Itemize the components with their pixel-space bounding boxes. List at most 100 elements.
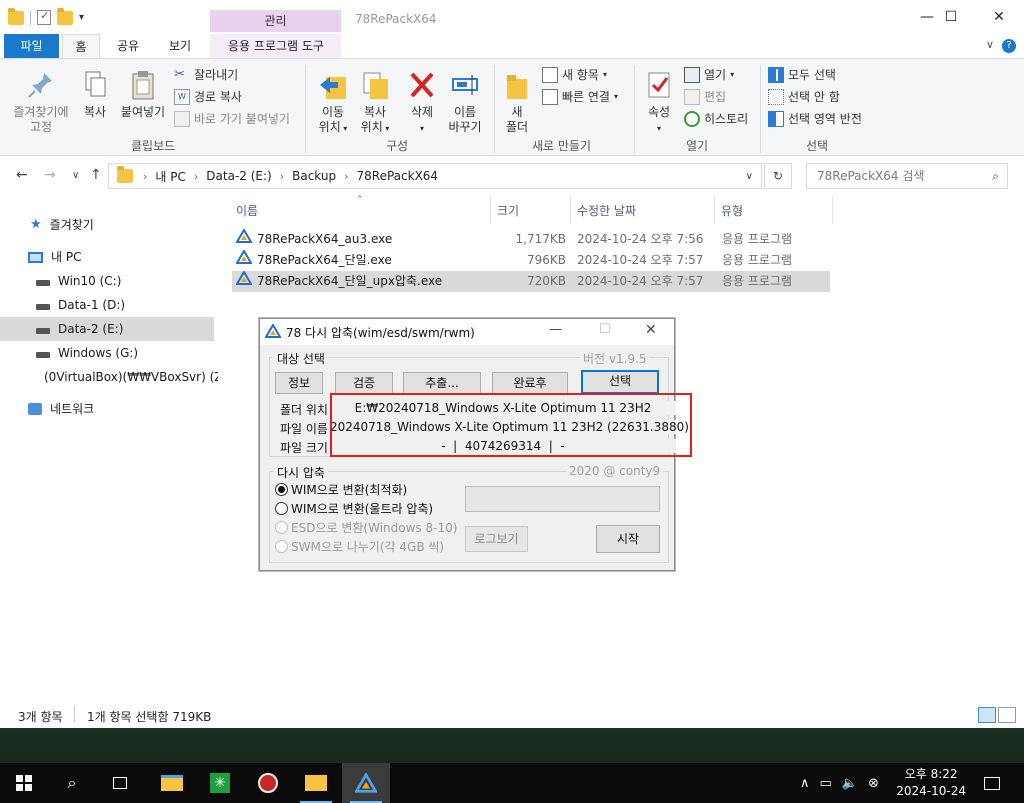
nav-drive-e[interactable]: Data-2 (E:)	[0, 317, 214, 341]
column-divider[interactable]	[490, 196, 491, 224]
wim-optimize-radio[interactable]: WIM으로 변환(최적화)	[275, 481, 407, 498]
new-item-label: 새 항목	[562, 68, 599, 82]
cut-button[interactable]: ✂ 잘라내기	[174, 66, 238, 83]
paste-shortcut-button[interactable]: 바로 가기 붙여넣기	[174, 110, 290, 127]
action-center-button[interactable]	[968, 763, 1016, 803]
nav-favorites[interactable]: ★ 즐겨찾기	[30, 213, 94, 237]
refresh-button[interactable]: ↻	[764, 163, 792, 189]
verify-button[interactable]: 검증	[335, 372, 393, 394]
tab-home[interactable]: 홈	[62, 34, 100, 58]
help-icon[interactable]: ?	[1002, 39, 1016, 53]
task-view-button[interactable]	[96, 763, 144, 803]
nav-drive-d[interactable]: Data-1 (D:)	[36, 293, 125, 317]
network-icon[interactable]: ▭	[820, 776, 832, 791]
clock[interactable]: 오후 8:22 2024-10-24	[896, 766, 966, 800]
pin-to-quick-access-button[interactable]: 즐겨찾기에 고정	[8, 69, 74, 135]
tab-application-tools[interactable]: 응용 프로그램 도구	[214, 34, 338, 58]
collapse-ribbon-icon[interactable]: ∨	[986, 38, 994, 51]
taskbar-file-explorer-pinned[interactable]	[148, 763, 196, 803]
back-arrow-icon[interactable]: ←	[16, 167, 28, 183]
taskbar-file-explorer[interactable]	[292, 763, 340, 803]
context-tab-manage[interactable]: 관리	[210, 10, 341, 32]
edit-button[interactable]: 편집	[684, 88, 726, 105]
new-item-button[interactable]: 새 항목 ▾	[542, 66, 607, 83]
taskbar-app-green[interactable]: ✳	[196, 763, 244, 803]
paste-button[interactable]: 붙여넣기	[118, 69, 168, 120]
after-complete-button[interactable]: 완료후	[492, 372, 568, 394]
recent-dropdown-icon[interactable]: ∨	[72, 170, 79, 181]
taskbar-recompress-app[interactable]	[342, 763, 390, 803]
nav-drive-z[interactable]: (0VirtualBox)(₩₩VBoxSvr) (Z:	[36, 365, 218, 389]
properties-button[interactable]: 속성 ▾	[640, 69, 678, 136]
esd-convert-radio[interactable]: ESD으로 변환(Windows 8-10)	[275, 519, 457, 536]
nav-drive-label: (0VirtualBox)(₩₩VBoxSvr) (Z:	[44, 370, 218, 384]
minimize-button[interactable]: —	[549, 322, 562, 337]
volume-icon[interactable]: 🔈	[842, 776, 858, 791]
column-divider[interactable]	[832, 196, 833, 224]
large-icons-view-icon[interactable]	[998, 707, 1016, 723]
details-view-icon[interactable]	[978, 707, 996, 723]
move-to-button[interactable]: 이동 위치 ▾	[312, 69, 354, 136]
copy-to-button[interactable]: 복사 위치 ▾	[356, 69, 394, 136]
info-button[interactable]: 정보	[275, 372, 323, 394]
address-breadcrumb[interactable]: › 내 PC › Data-2 (E:) › Backup › 78RePack…	[108, 163, 762, 189]
properties-check-icon[interactable]	[37, 9, 51, 25]
breadcrumb-this-pc[interactable]: 내 PC	[155, 168, 185, 185]
start-button[interactable]	[0, 763, 48, 803]
nav-drive-c[interactable]: Win10 (C:)	[36, 269, 121, 293]
copy-button[interactable]: 복사	[78, 69, 112, 120]
wim-ultra-radio[interactable]: WIM으로 변환(울트라 압축)	[275, 500, 433, 517]
nav-network[interactable]: 네트워크	[28, 397, 94, 421]
new-folder-button[interactable]: 새 폴더	[500, 69, 534, 135]
swm-split-radio[interactable]: SWM으로 나누기(각 4GB 씩)	[275, 538, 444, 555]
nav-drive-g[interactable]: Windows (G:)	[36, 341, 138, 365]
maximize-button[interactable]: ☐	[599, 322, 611, 337]
select-all-button[interactable]: 모두 선택	[768, 66, 836, 83]
breadcrumb-current[interactable]: 78RePackX64	[357, 169, 439, 183]
search-box[interactable]: 78RePackX64 검색 ⌕	[806, 163, 1008, 189]
search-button[interactable]: ⌕	[48, 763, 96, 803]
windows-logo-icon	[16, 775, 32, 791]
tab-view[interactable]: 보기	[160, 34, 200, 58]
maximize-button[interactable]: ☐	[928, 0, 974, 34]
easy-access-button[interactable]: 빠른 연결 ▾	[542, 88, 618, 105]
notification-x-icon[interactable]: ⊗	[868, 776, 879, 791]
history-button[interactable]: 히스토리	[684, 110, 748, 127]
column-divider[interactable]	[714, 196, 715, 224]
tab-share[interactable]: 공유	[110, 34, 146, 58]
up-arrow-icon[interactable]: ↑	[90, 167, 102, 183]
chevron-up-icon[interactable]: ∧	[800, 776, 810, 791]
column-divider[interactable]	[570, 196, 571, 224]
close-button[interactable]: ✕	[645, 322, 657, 338]
column-name[interactable]: 이름	[236, 202, 258, 219]
tab-file[interactable]: 파일	[4, 34, 59, 58]
select-button[interactable]: 선택	[581, 370, 659, 394]
copy-path-button[interactable]: W 경로 복사	[174, 88, 242, 105]
breadcrumb-drive[interactable]: Data-2 (E:)	[206, 169, 271, 183]
invert-selection-button[interactable]: 선택 영역 반전	[768, 110, 862, 127]
close-button[interactable]: ✕	[976, 0, 1022, 34]
delete-button[interactable]: 삭제 ▾	[404, 69, 440, 136]
new-folder-icon[interactable]	[57, 7, 73, 25]
easy-access-icon	[542, 88, 558, 105]
app-icon	[355, 773, 377, 793]
ribbon-tabs: 파일 홈 공유 보기 응용 프로그램 도구 ∨ ?	[0, 34, 1024, 58]
view-log-button[interactable]: 로그보기	[465, 526, 528, 552]
column-type[interactable]: 유형	[721, 202, 743, 219]
select-none-button[interactable]: 선택 안 함	[768, 88, 840, 105]
qat-dropdown-icon[interactable]: ▾	[79, 12, 84, 23]
taskbar-app-red[interactable]	[244, 763, 292, 803]
file-row[interactable]: 78RePackX64_au3.exe 1,717KB 2024-10-24 오…	[232, 228, 830, 250]
column-size[interactable]: 크기	[497, 202, 519, 219]
address-dropdown-icon[interactable]: ∨	[746, 171, 753, 182]
column-modified[interactable]: 수정한 날짜	[577, 202, 636, 219]
breadcrumb-backup[interactable]: Backup	[292, 169, 336, 183]
open-button[interactable]: 열기 ▾	[684, 66, 734, 83]
file-row-selected[interactable]: 78RePackX64_단일_upx압축.exe 720KB 2024-10-2…	[232, 270, 830, 292]
start-button[interactable]: 시작	[596, 525, 660, 553]
rename-button[interactable]: 이름 바꾸기	[444, 69, 486, 135]
file-row[interactable]: 78RePackX64_단일.exe 796KB 2024-10-24 오후 7…	[232, 249, 830, 271]
extract-button[interactable]: 추출...	[403, 372, 481, 394]
nav-this-pc[interactable]: 내 PC	[28, 245, 81, 269]
forward-arrow-icon[interactable]: →	[44, 167, 56, 183]
